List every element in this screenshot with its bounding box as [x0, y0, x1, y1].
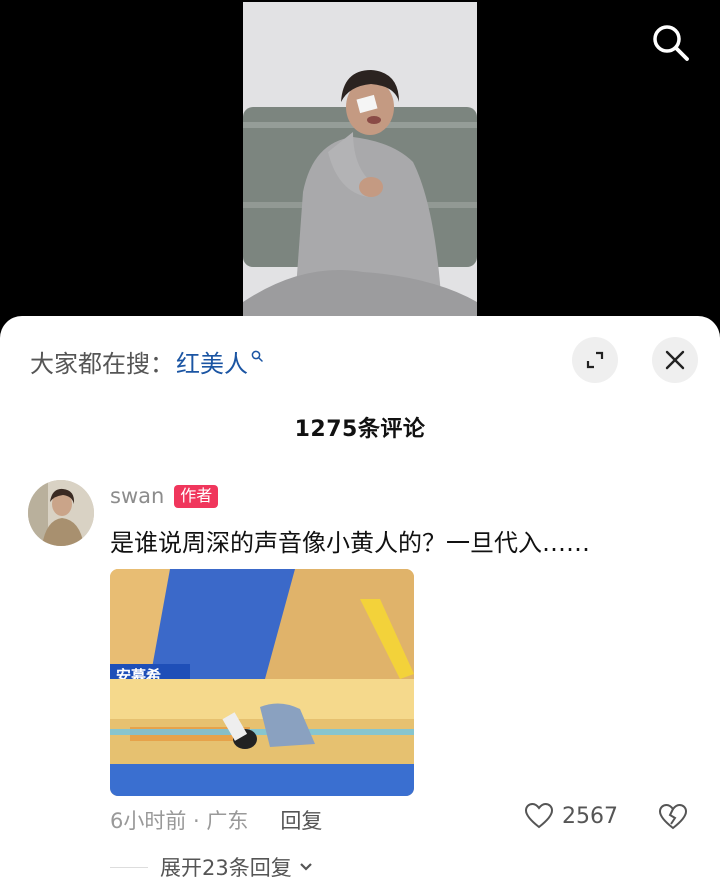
username[interactable]: swan	[110, 484, 164, 508]
video-player[interactable]	[0, 0, 720, 330]
expand-replies-label: 展开23条回复	[160, 856, 292, 880]
comment-meta-row: 6小时前 · 广东 回复	[110, 804, 322, 836]
avatar[interactable]	[28, 480, 94, 546]
like-count: 2567	[562, 803, 618, 829]
expand-divider	[110, 866, 148, 868]
timestamp-location: 6小时前 · 广东	[110, 809, 249, 833]
broken-heart-icon	[658, 803, 688, 830]
comment-sheet: 大家都在搜： 红美人 1275条评论 swan 作者 是谁说周深的声音像小黄人的…	[0, 316, 720, 890]
reply-button[interactable]: 回复	[280, 805, 322, 835]
comment-text: 是谁说周深的声音像小黄人的？一旦代入……	[110, 529, 590, 557]
trending-search-row[interactable]: 大家都在搜： 红美人	[30, 344, 263, 378]
search-small-icon	[251, 350, 263, 362]
close-button[interactable]	[652, 337, 698, 383]
heart-icon	[524, 802, 554, 829]
close-icon	[665, 350, 685, 370]
chevron-down-icon	[298, 861, 314, 873]
search-button[interactable]	[648, 20, 692, 64]
trending-label: 大家都在搜：	[30, 349, 174, 378]
expand-replies-button[interactable]: 展开23条回复	[110, 852, 314, 882]
video-frame[interactable]	[243, 2, 477, 330]
expand-icon	[586, 351, 604, 369]
expand-button[interactable]	[572, 337, 618, 383]
comment-author-row: swan 作者	[110, 484, 219, 508]
comment-count: 1275条评论	[294, 417, 426, 442]
comment-image[interactable]: 安慕希	[110, 569, 414, 796]
trending-term-link[interactable]: 红美人	[176, 344, 248, 379]
like-button[interactable]: 2567	[524, 802, 618, 830]
search-icon	[653, 25, 689, 61]
dislike-button[interactable]	[658, 803, 688, 835]
author-badge: 作者	[174, 484, 219, 508]
video-thumbnail-image	[243, 2, 477, 330]
